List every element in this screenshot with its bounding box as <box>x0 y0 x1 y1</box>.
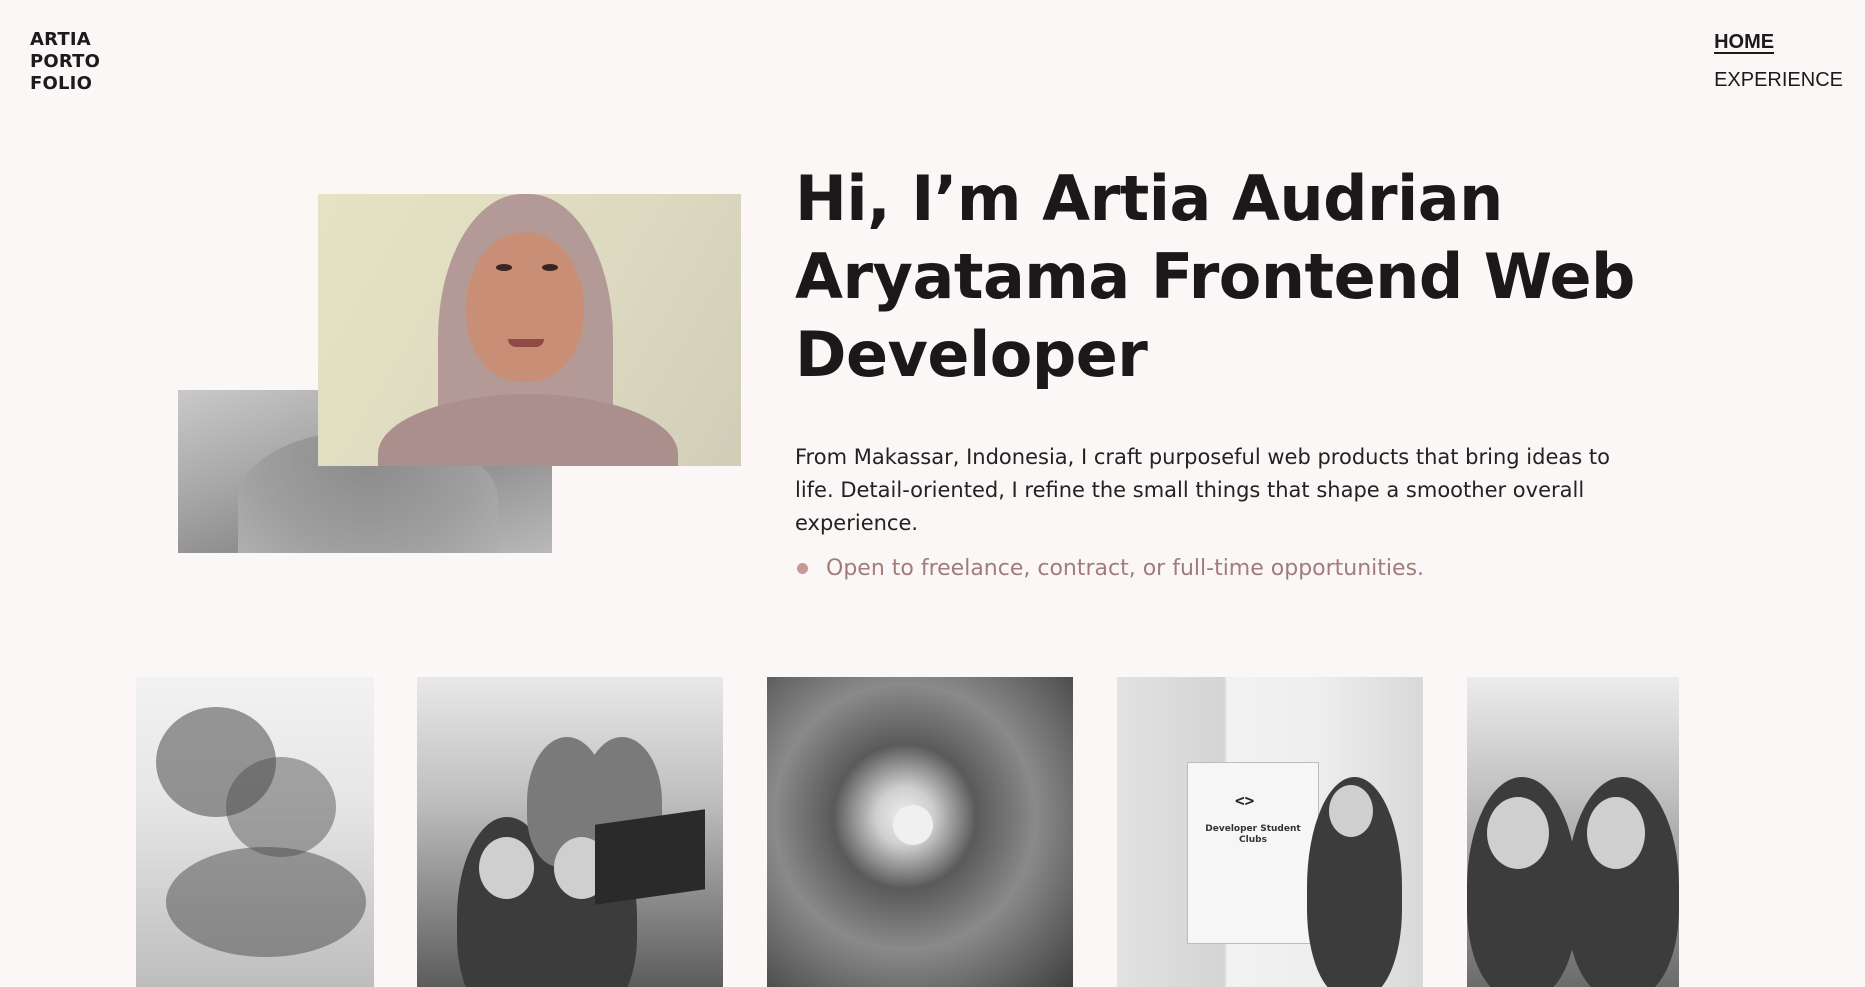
gallery-photo-dsc-banner: <> Developer Student Clubs <box>1117 677 1423 987</box>
gallery-photo-group-laptop <box>417 677 723 987</box>
availability-status: Open to freelance, contract, or full-tim… <box>797 556 1424 581</box>
nav-experience-link[interactable]: EXPERIENCE <box>1714 68 1843 92</box>
face-shape <box>1329 785 1373 837</box>
laptop-shape <box>595 809 705 905</box>
logo-line: PORTO <box>30 51 101 72</box>
dsc-banner-text: Developer Student Clubs <box>1205 824 1301 845</box>
main-nav: HOME EXPERIENCE <box>1714 30 1843 92</box>
face-shape <box>893 805 933 845</box>
dsc-logo-icon: <> <box>1235 791 1255 810</box>
portrait-face-shape <box>466 232 584 382</box>
portrait-photo <box>318 194 741 466</box>
site-logo[interactable]: ARTIA PORTO FOLIO <box>30 29 100 95</box>
hero-title: Hi, I’m Artia Audrian Aryatama Frontend … <box>795 162 1635 391</box>
gallery-photo-trees <box>136 677 374 987</box>
gallery-photo-rock-hole <box>767 677 1073 987</box>
tree-canopy-shape <box>166 847 366 957</box>
tree-canopy-shape <box>226 757 336 857</box>
face-shape <box>1587 797 1645 869</box>
portrait-shoulders-shape <box>378 394 678 466</box>
portrait-eye-shape <box>542 264 558 271</box>
logo-line: ARTIA <box>30 29 91 50</box>
gallery-photo-selfie <box>1467 677 1679 987</box>
nav-home-link[interactable]: HOME <box>1714 30 1843 54</box>
status-dot-icon <box>797 563 808 574</box>
hero-description: From Makassar, Indonesia, I craft purpos… <box>795 445 1610 535</box>
face-shape <box>479 837 534 899</box>
face-shape <box>1487 797 1549 869</box>
logo-line: FOLIO <box>30 73 93 94</box>
portrait-eye-shape <box>496 264 512 271</box>
portrait-mouth-shape <box>508 339 544 347</box>
availability-text: Open to freelance, contract, or full-tim… <box>826 556 1425 581</box>
dsc-banner <box>1187 762 1319 944</box>
